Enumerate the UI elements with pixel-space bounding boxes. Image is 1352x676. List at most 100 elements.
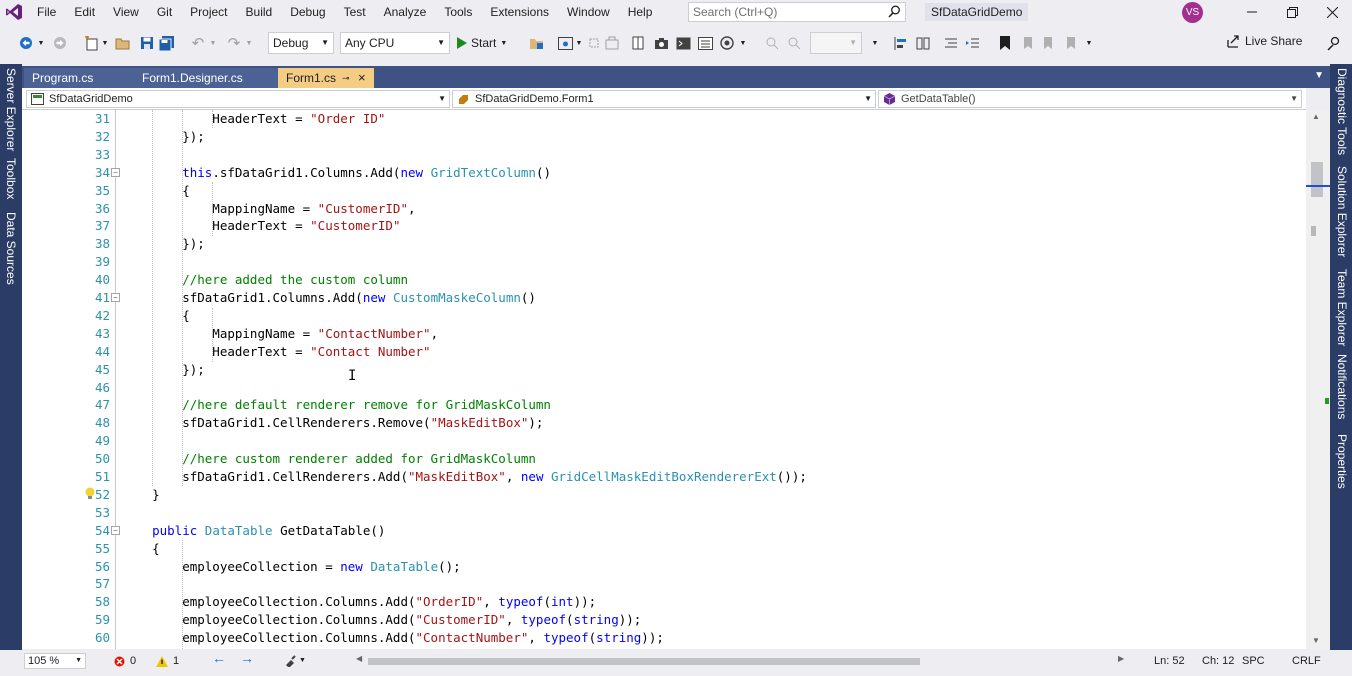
code-line[interactable]: //here added the custom column [122, 271, 408, 289]
new-project-dropdown-icon[interactable]: ▼ [100, 34, 110, 52]
globe-dropdown-icon[interactable]: ▼ [738, 34, 748, 52]
project-select[interactable]: SfDataGridDemo ▼ [26, 90, 450, 108]
vertical-scrollbar[interactable]: ▲ ▼ [1306, 110, 1330, 649]
bookmark-icon[interactable] [996, 34, 1014, 52]
save-all-icon[interactable] [158, 34, 176, 52]
code-editor[interactable]: 31 32 33 34−35 36 37 38 39 40 41−42 43 44 45 46 47 48 49… [22, 110, 1306, 649]
horizontal-scrollbar[interactable]: ◀ ▶ [346, 654, 1136, 668]
camera-icon[interactable] [652, 34, 670, 52]
toolbar-overflow-2-icon[interactable]: ▼ [1084, 34, 1094, 52]
lightbulb-icon[interactable] [84, 487, 96, 504]
code-line[interactable]: employeeCollection.Columns.Add("OrderID"… [122, 593, 596, 611]
menu-project[interactable]: Project [181, 0, 236, 24]
menu-build[interactable]: Build [237, 0, 282, 24]
menu-extensions[interactable]: Extensions [481, 0, 558, 24]
menu-analyze[interactable]: Analyze [375, 0, 436, 24]
diagnostic-tools-tab[interactable]: Diagnostic Tools [1335, 68, 1349, 155]
browse-folder-icon[interactable] [528, 34, 544, 52]
code-line[interactable]: HeaderText = "Order ID" [122, 110, 385, 128]
code-line[interactable]: MappingName = "ContactNumber", [122, 325, 438, 343]
feedback-person-icon[interactable] [1324, 34, 1342, 52]
platform-select[interactable]: Any CPU ▼ [340, 32, 450, 54]
zoom-level-select[interactable]: 105 % ▼ [24, 653, 86, 669]
navigate-back-arrow-icon[interactable]: ← [212, 651, 226, 665]
menu-file[interactable]: File [28, 0, 65, 24]
clear-bookmarks-icon[interactable] [1062, 34, 1080, 52]
navigate-forward-icon[interactable] [52, 34, 68, 52]
notifications-tab[interactable]: Notifications [1335, 354, 1349, 419]
globe-icon[interactable] [718, 34, 736, 52]
menu-tools[interactable]: Tools [435, 0, 481, 24]
collapse-region-icon[interactable]: − [111, 293, 120, 302]
team-explorer-tab[interactable]: Team Explorer [1335, 269, 1349, 346]
code-line[interactable]: { [122, 307, 190, 325]
new-project-icon[interactable] [82, 34, 100, 52]
navigate-back-dropdown-icon[interactable]: ▼ [36, 34, 46, 52]
zoom-select[interactable]: ▼ [810, 32, 862, 54]
undo-icon[interactable]: ↶ [190, 34, 206, 52]
properties-tab[interactable]: Properties [1335, 434, 1349, 489]
undo-dropdown-icon[interactable]: ▼ [208, 34, 218, 52]
menu-window[interactable]: Window [558, 0, 619, 24]
toolbox-tab[interactable]: Toolbox [4, 158, 18, 199]
restore-icon[interactable] [1272, 0, 1312, 24]
account-avatar[interactable]: VS [1182, 2, 1203, 23]
scroll-up-icon[interactable]: ▲ [1312, 112, 1320, 121]
zoom-out-icon[interactable] [786, 34, 802, 52]
start-dropdown-icon[interactable]: ▼ [500, 40, 507, 47]
scroll-right-icon[interactable]: ▶ [1118, 654, 1124, 663]
whitespace-mode-indicator[interactable]: SPC [1242, 654, 1265, 668]
toolbox-icon[interactable] [604, 34, 620, 52]
code-line[interactable]: //here default renderer remove for GridM… [122, 396, 551, 414]
align-group-icon[interactable] [914, 34, 932, 52]
scroll-down-icon[interactable]: ▼ [1312, 636, 1320, 645]
solution-explorer-tab[interactable]: Solution Explorer [1335, 166, 1349, 257]
search-input[interactable]: Search (Ctrl+Q) [688, 2, 906, 22]
code-line[interactable]: }); [122, 235, 205, 253]
visual-studio-logo-icon[interactable] [0, 0, 28, 24]
start-debugging-button[interactable]: Start ▼ [456, 33, 507, 53]
warnings-indicator[interactable]: 1 [156, 654, 179, 668]
code-line[interactable]: MappingName = "CustomerID", [122, 200, 415, 218]
code-line[interactable]: } [122, 486, 160, 504]
hot-reload-icon[interactable] [586, 34, 602, 52]
code-line[interactable]: { [122, 182, 190, 200]
menu-edit[interactable]: Edit [65, 0, 104, 24]
configuration-select[interactable]: Debug ▼ [268, 32, 334, 54]
member-select[interactable]: GetDataTable() ▼ [878, 90, 1302, 108]
tab-program-cs[interactable]: Program.cs [24, 68, 134, 88]
collapse-region-icon[interactable]: − [111, 525, 120, 535]
collapse-region-icon[interactable]: − [111, 167, 120, 177]
menu-view[interactable]: View [104, 0, 148, 24]
indent-icon[interactable] [964, 34, 982, 52]
code-line[interactable]: employeeCollection.Columns.Add("Customer… [122, 611, 641, 629]
code-line[interactable]: public DataTable GetDataTable() [122, 522, 385, 540]
type-select[interactable]: SfDataGridDemo.Form1 ▼ [452, 90, 876, 108]
tab-form1-designer-cs[interactable]: Form1.Designer.cs [134, 68, 278, 88]
open-folder-icon[interactable] [114, 34, 132, 52]
code-line[interactable]: employeeCollection.Columns.Add("ContactN… [122, 629, 664, 647]
toolbar-overflow-icon[interactable]: ▼ [870, 34, 880, 52]
minimize-icon[interactable] [1232, 0, 1272, 24]
code-line[interactable]: }); [122, 128, 205, 146]
code-line[interactable]: sfDataGrid1.Columns.Add(new CustomMaskeC… [122, 289, 536, 307]
code-line[interactable]: sfDataGrid1.CellRenderers.Add("MaskEditB… [122, 468, 807, 486]
errors-indicator[interactable]: 0 [114, 654, 136, 668]
previous-bookmark-icon[interactable] [1018, 34, 1036, 52]
save-icon[interactable] [138, 34, 156, 52]
horizontal-scroll-thumb[interactable] [368, 658, 920, 665]
page-icon[interactable] [630, 34, 646, 52]
scroll-left-icon[interactable]: ◀ [356, 654, 362, 663]
menu-git[interactable]: Git [148, 0, 181, 24]
tab-overflow-icon[interactable]: ▼ [1314, 70, 1324, 81]
properties-window-icon[interactable] [696, 34, 714, 52]
code-line[interactable]: employeeCollection = new DataTable(); [122, 558, 460, 576]
code-cleanup-button[interactable]: ▼ [284, 654, 306, 668]
close-tab-icon[interactable]: × [358, 68, 366, 88]
pin-icon[interactable]: ⊸ [342, 68, 350, 88]
window-layout-dropdown-icon[interactable]: ▼ [574, 34, 584, 52]
menu-debug[interactable]: Debug [281, 0, 334, 24]
terminal-icon[interactable] [674, 34, 692, 52]
scroll-thumb[interactable] [1311, 162, 1323, 197]
menu-help[interactable]: Help [619, 0, 662, 24]
